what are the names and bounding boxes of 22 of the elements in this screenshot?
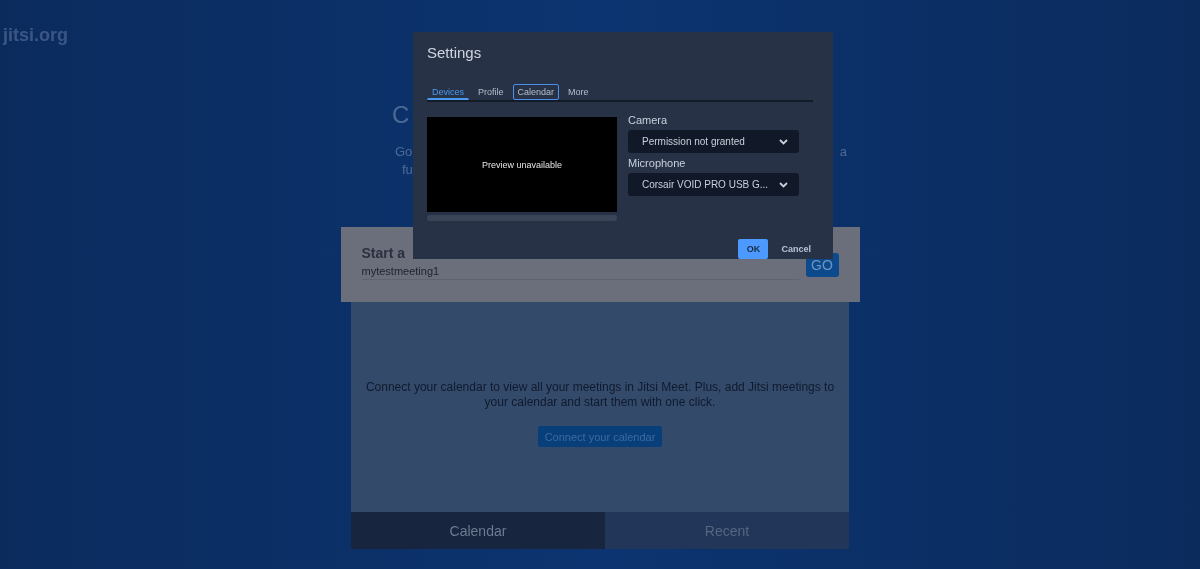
description-text: fu	[401, 162, 413, 177]
page-heading: C	[392, 101, 410, 129]
settings-tab[interactable]: Calendar	[512, 84, 560, 100]
bottom-tab[interactable]: Calendar	[351, 512, 605, 549]
preview-message: Preview unavailable	[481, 159, 562, 170]
ok-button[interactable]: OK	[738, 239, 769, 259]
calendar-message: Connect your calendar to view all your meetings in Jitsi Meet. Plus, add Jitsi meetings to your calendar and start them with one click.	[365, 380, 835, 410]
field-label: Microphone	[628, 157, 687, 171]
dialog-title: Settings	[427, 44, 483, 61]
field-label: Camera	[628, 114, 669, 128]
settings-tab[interactable]: More	[563, 84, 594, 100]
cancel-button[interactable]: Cancel	[779, 244, 813, 254]
chevron-down-icon	[779, 181, 788, 188]
settings-tab[interactable]: Profile	[473, 84, 509, 100]
start-meeting-title: Start a	[361, 245, 406, 261]
chevron-down-icon	[779, 138, 788, 145]
description-text: Go	[395, 144, 413, 159]
description-text: a	[839, 144, 847, 159]
meeting-name-field[interactable]: mytestmeeting1	[361, 265, 799, 280]
settings-tab[interactable]: Devices	[427, 84, 469, 100]
device-select[interactable]: Permission not granted	[628, 130, 799, 153]
device-select[interactable]: Corsair VOID PRO USB G...	[628, 173, 799, 196]
